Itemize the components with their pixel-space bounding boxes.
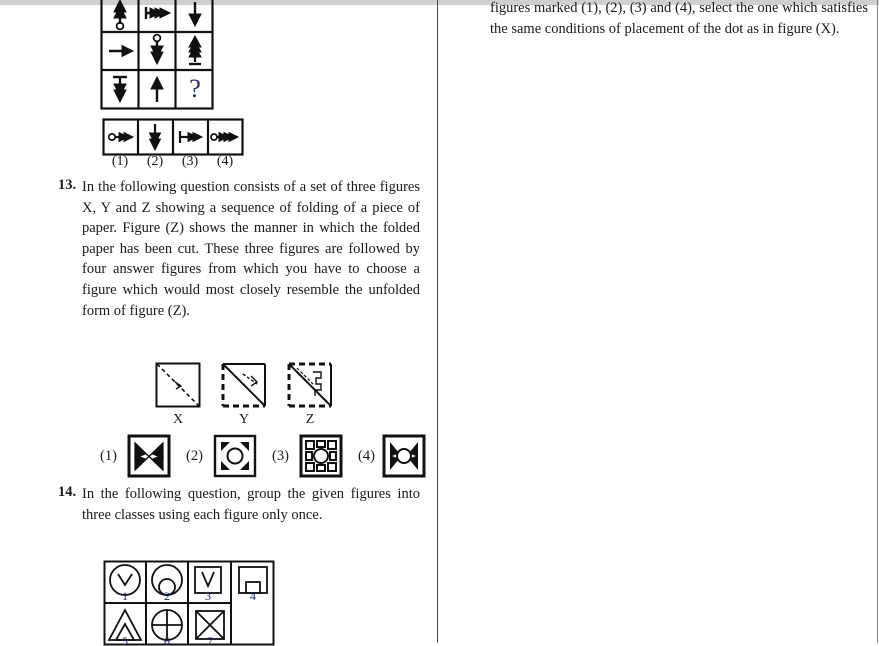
q13-option-figure-3 bbox=[299, 434, 343, 478]
q13-option-label-2: (2) bbox=[186, 448, 203, 464]
matrix-answer-label-3: (3) bbox=[181, 154, 199, 169]
svg-text:3: 3 bbox=[205, 589, 211, 603]
right-column: figures marked (1), (2), (3) and (4), se… bbox=[438, 0, 879, 643]
matrix-answer-label-2: (2) bbox=[146, 154, 164, 169]
question-13: 13. In the following question consists o… bbox=[44, 177, 434, 321]
matrix-answer-figures bbox=[102, 118, 244, 156]
matrix-answer-label-4: (4) bbox=[216, 154, 234, 169]
q13-option-label-1: (1) bbox=[100, 448, 117, 464]
fold-figure-x bbox=[155, 362, 201, 412]
arrow-matrix-figure: ? bbox=[100, 0, 214, 110]
question-14: 14. In the following question, group the… bbox=[44, 484, 434, 525]
fold-label-x: X bbox=[172, 412, 184, 427]
q14-figure-grid: 1 2 3 4 5 6 7 bbox=[103, 560, 275, 646]
question-14-text: In the following question, group the giv… bbox=[82, 486, 420, 523]
svg-text:4: 4 bbox=[250, 589, 256, 603]
matrix-answer-label-1: (1) bbox=[111, 154, 129, 169]
fold-figure-y bbox=[221, 362, 267, 412]
q13-option-figure-2 bbox=[213, 434, 257, 478]
scanned-exam-page: ? (1) (2) (3) (4) 13. In the following q… bbox=[0, 0, 879, 646]
q13-option-figure-4 bbox=[382, 434, 426, 478]
svg-text:5: 5 bbox=[122, 634, 128, 646]
svg-text:?: ? bbox=[189, 74, 201, 103]
q13-option-label-3: (3) bbox=[272, 448, 289, 464]
fold-figure-z bbox=[287, 362, 333, 412]
question-14-number: 14. bbox=[58, 484, 77, 500]
q13-option-figure-1 bbox=[127, 434, 171, 478]
left-column: ? (1) (2) (3) (4) 13. In the following q… bbox=[0, 0, 437, 646]
q13-option-label-4: (4) bbox=[358, 448, 375, 464]
question-13-number: 13. bbox=[58, 177, 77, 193]
svg-text:6: 6 bbox=[164, 634, 170, 646]
dot-question-text: figures marked (1), (2), (3) and (4), se… bbox=[490, 0, 868, 37]
question-13-text: In the following question consists of a … bbox=[82, 179, 420, 319]
svg-text:7: 7 bbox=[207, 634, 213, 646]
svg-text:2: 2 bbox=[164, 589, 170, 603]
fold-label-y: Y bbox=[238, 412, 250, 427]
fold-label-z: Z bbox=[305, 412, 315, 427]
svg-text:1: 1 bbox=[122, 589, 128, 603]
